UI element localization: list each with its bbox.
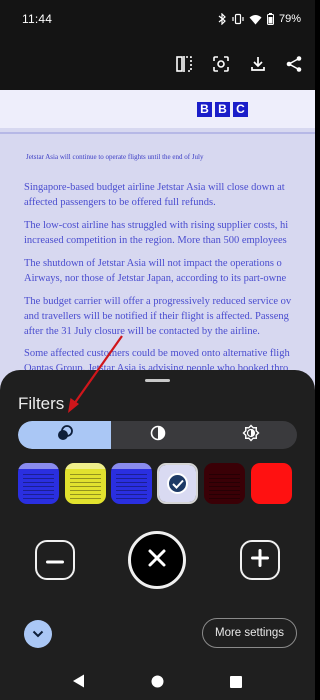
document-view[interactable]: B B C Jetstar Asia will continue to oper… [0,90,315,390]
status-time: 11:44 [22,12,53,26]
logo-letter: C [233,102,248,117]
remove-filter-button[interactable] [128,531,186,589]
article-line: affected passengers to be offered full r… [24,197,216,208]
logo-letter: B [197,102,212,117]
article-line: and travellers will be notified if their… [24,311,289,322]
filter-type-tabs [18,421,297,449]
image-caption: Jetstar Asia will continue to operate fl… [26,153,204,161]
top-toolbar [0,38,315,90]
color-option[interactable] [204,463,245,504]
battery-percent: 79% [278,13,301,25]
tab-contrast[interactable] [111,421,204,449]
more-settings-button[interactable]: More settings [202,618,297,648]
color-filter-icon [56,424,74,446]
color-option[interactable] [111,463,152,504]
wifi-icon [249,14,262,25]
color-option-selected[interactable] [157,463,198,504]
tab-color-filter[interactable] [18,421,111,449]
home-icon[interactable] [151,675,164,693]
checkmark-icon [167,473,188,494]
drag-handle[interactable] [145,379,170,382]
article-line: after the 31 July closure will be contac… [24,326,260,337]
share-icon[interactable] [282,52,306,76]
article-line: Some affected customers could be moved o… [24,348,290,359]
close-icon [147,548,167,573]
collapse-button[interactable] [24,620,52,648]
logo-letter: B [215,102,230,117]
increase-button[interactable] [240,540,280,580]
color-swatch [251,463,292,504]
decrease-button[interactable] [35,540,75,580]
navigation-bar [0,664,315,700]
article-line: The budget carrier will offer a progress… [24,296,292,307]
color-option[interactable] [65,463,106,504]
download-icon[interactable] [246,52,270,76]
bbc-logo: B B C [197,102,248,117]
recents-icon[interactable] [230,675,242,693]
article-line: The low-cost airline has struggled with … [24,220,289,231]
document-header: B B C [0,90,315,128]
chevron-down-icon [32,625,44,643]
battery-icon [266,13,274,25]
plus-icon [251,548,269,572]
article-line: The shutdown of Jetstar Asia will not im… [24,258,282,269]
status-icons: 79% [218,13,301,25]
contrast-icon [150,425,166,446]
vibrate-icon [232,13,244,25]
minus-icon [46,551,64,569]
bluetooth-icon [218,13,227,25]
article-line: increased competition in the region. Mor… [24,235,287,246]
filters-bottom-sheet: Filters More settings [0,370,315,664]
article-line: Singapore-based budget airline Jetstar A… [24,182,285,193]
color-option[interactable] [18,463,59,504]
back-icon[interactable] [72,674,85,693]
tab-brightness[interactable] [204,421,297,449]
article-line: Airways, nor those of Jetstar Japan, acc… [24,273,287,284]
document-divider [0,132,315,134]
filters-title: Filters [18,394,65,413]
lens-capture-icon[interactable] [209,52,233,76]
split-view-icon[interactable] [172,52,196,76]
status-bar: 11:44 79% [0,0,315,38]
color-option[interactable] [251,463,292,504]
brightness-icon [241,423,260,447]
